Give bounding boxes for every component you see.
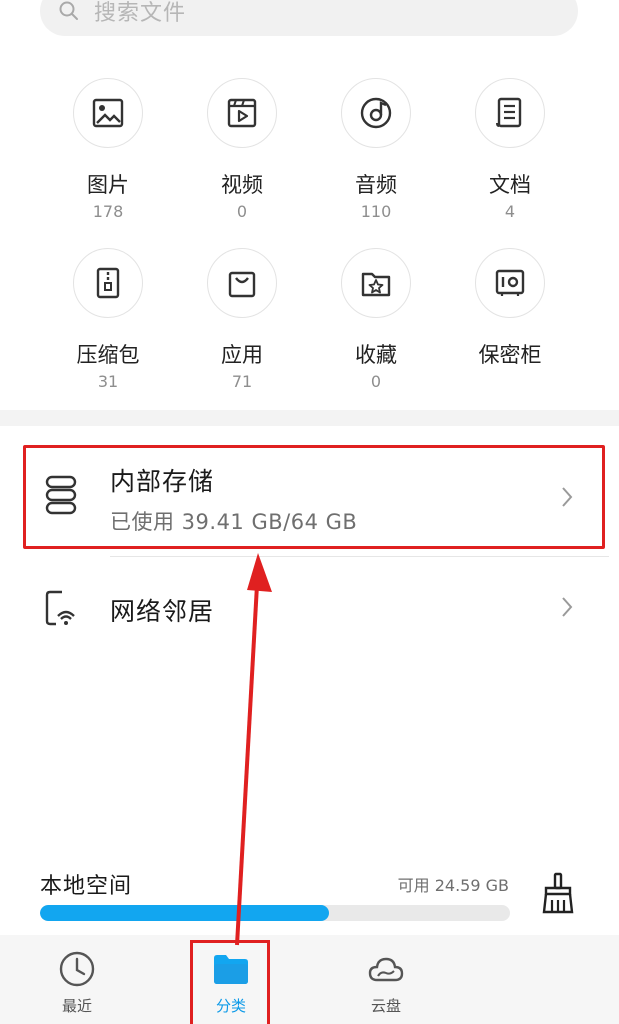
category-label: 图片	[87, 173, 129, 197]
safe-icon	[475, 248, 545, 318]
bottom-nav: 最近 分类 云盘	[0, 935, 619, 1024]
category-apps[interactable]: 应用 71	[187, 248, 297, 392]
category-safe[interactable]: 保密柜	[455, 248, 565, 372]
category-label: 保密柜	[478, 343, 542, 367]
category-favorites[interactable]: 收藏 0	[321, 248, 431, 392]
category-count: 0	[370, 372, 382, 391]
app-bag-icon	[207, 248, 277, 318]
internal-storage-usage: 已使用 39.41 GB/64 GB	[110, 510, 358, 534]
image-icon	[73, 78, 143, 148]
local-space-title: 本地空间	[40, 874, 133, 899]
category-archives[interactable]: 压缩包 31	[53, 248, 163, 392]
chevron-right-icon	[562, 597, 573, 617]
internal-storage-row[interactable]: 内部存储 已使用 39.41 GB/64 GB	[0, 440, 619, 555]
nav-label: 最近	[61, 997, 92, 1015]
chevron-right-icon	[562, 487, 573, 507]
category-count: 31	[97, 372, 119, 391]
category-count: 178	[92, 202, 124, 221]
section-separator	[0, 410, 619, 426]
category-count: 71	[231, 372, 253, 391]
clock-icon	[59, 951, 95, 987]
category-label: 音频	[355, 173, 397, 197]
nav-label: 云盘	[370, 997, 401, 1015]
internal-storage-title: 内部存储	[110, 467, 215, 496]
category-label: 视频	[221, 173, 263, 197]
category-label: 收藏	[355, 343, 397, 367]
annotation-nav-box	[190, 940, 270, 1024]
category-label: 压缩包	[76, 343, 140, 367]
category-audio[interactable]: 音频 110	[321, 78, 431, 222]
storage-stack-icon	[45, 475, 77, 515]
row-divider	[110, 556, 609, 557]
category-label: 文档	[489, 173, 531, 197]
category-count: 4	[504, 202, 516, 221]
network-neighborhood-row[interactable]: 网络邻居	[0, 560, 619, 655]
category-documents[interactable]: 文档 4	[455, 78, 565, 222]
document-icon	[475, 78, 545, 148]
nav-cloud[interactable]: 云盘	[336, 935, 436, 1024]
search-icon	[59, 1, 78, 20]
network-neighborhood-title: 网络邻居	[110, 597, 215, 626]
storage-progress-fill	[40, 905, 330, 921]
phone-wifi-icon	[45, 590, 75, 626]
star-folder-icon	[341, 248, 411, 318]
audio-icon	[341, 78, 411, 148]
file-manager-screen: 搜索文件 图片 178 视频 0 音频 110 文档 4 压缩包 31 应用 7…	[0, 0, 619, 1024]
category-count: 110	[360, 202, 392, 221]
storage-progress-bar	[40, 905, 510, 921]
local-space-available: 可用 24.59 GB	[397, 876, 509, 895]
search-bar[interactable]: 搜索文件	[40, 0, 578, 36]
zip-icon	[73, 248, 143, 318]
category-videos[interactable]: 视频 0	[187, 78, 297, 222]
cloud-icon	[368, 957, 404, 982]
nav-recent[interactable]: 最近	[27, 935, 127, 1024]
search-placeholder: 搜索文件	[94, 1, 187, 26]
video-icon	[207, 78, 277, 148]
category-images[interactable]: 图片 178	[53, 78, 163, 222]
category-count: 0	[236, 202, 248, 221]
category-label: 应用	[221, 343, 263, 367]
broom-icon[interactable]	[538, 870, 578, 916]
